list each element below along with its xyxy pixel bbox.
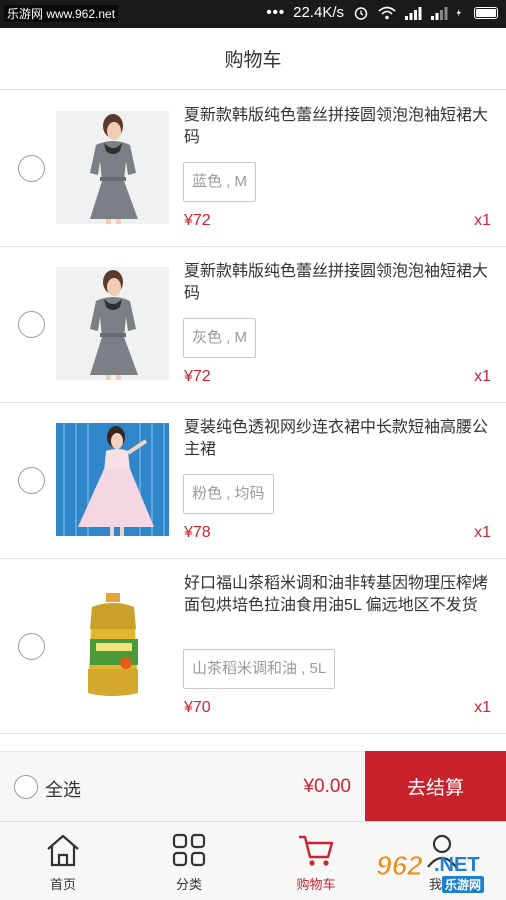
item-price: ¥78 (184, 524, 211, 541)
alarm-icon (354, 6, 368, 20)
item-checkbox[interactable] (18, 311, 45, 338)
status-bar: 乐游网 www.962.net ••• 22.4K/s (0, 0, 506, 28)
cart-item[interactable]: 夏装纯色透视网纱连衣裙中长款短袖高腰公主裙 粉色 , 均码 ¥78 x1 (0, 403, 506, 559)
item-quantity: x1 (474, 212, 491, 229)
wifi-icon (378, 6, 396, 19)
checkout-button[interactable]: 去结算 (365, 751, 506, 822)
spec-selector[interactable]: 山茶稻米调和油 , 5L (183, 649, 336, 689)
select-all-checkbox[interactable] (14, 775, 38, 799)
cart-item[interactable]: 夏新款韩版纯色蕾丝拼接圆领泡泡袖短裙大码 灰色 , M ¥72 x1 (0, 247, 506, 403)
product-image[interactable] (56, 589, 169, 702)
item-price: ¥72 (184, 212, 211, 229)
category-grid-icon (172, 833, 206, 867)
item-quantity: x1 (474, 368, 491, 385)
tab-category[interactable]: 分类 (139, 822, 239, 900)
item-quantity: x1 (474, 699, 491, 716)
product-name[interactable]: 好口福山茶稻米调和油非转基因物理压榨烤面包烘培色拉油食用油5L 偏远地区不发货 (184, 573, 494, 617)
product-name[interactable]: 夏装纯色透视网纱连衣裙中长款短袖高腰公主裙 (184, 417, 494, 461)
home-icon (47, 834, 79, 867)
checkout-bar: 全选 ¥0.00 去结算 (0, 751, 506, 822)
tab-label: 购物车 (296, 877, 336, 892)
charging-icon (456, 8, 461, 17)
item-checkbox[interactable] (18, 155, 45, 182)
site-watermark-logo: 962 .NET 乐游网 (372, 848, 500, 896)
product-image[interactable] (56, 423, 169, 536)
battery-icon (474, 6, 498, 19)
spec-selector[interactable]: 灰色 , M (183, 318, 256, 358)
tab-cart[interactable]: 购物车 (266, 822, 366, 900)
select-all-label[interactable]: 全选 (45, 776, 81, 802)
cart-item[interactable]: 好口福山茶稻米调和油非转基因物理压榨烤面包烘培色拉油食用油5L 偏远地区不发货 … (0, 559, 506, 734)
item-price: ¥72 (184, 368, 211, 385)
net-speed: 22.4K/s (293, 4, 344, 21)
logo-number: 962 (376, 850, 424, 882)
status-icons: ••• 22.4K/s (266, 4, 498, 21)
tab-home[interactable]: 首页 (13, 822, 113, 900)
cart-icon (299, 835, 334, 866)
item-quantity: x1 (474, 524, 491, 541)
item-checkbox[interactable] (18, 467, 45, 494)
page-title: 购物车 (224, 50, 282, 71)
cart-item[interactable]: 夏新款韩版纯色蕾丝拼接圆领泡泡袖短裙大码 蓝色 , M ¥72 x1 (0, 91, 506, 247)
watermark-label: 乐游网 www.962.net (4, 5, 119, 22)
tab-label: 首页 (49, 877, 76, 892)
spec-selector[interactable]: 粉色 , 均码 (183, 474, 274, 514)
product-name[interactable]: 夏新款韩版纯色蕾丝拼接圆领泡泡袖短裙大码 (184, 261, 494, 305)
product-name[interactable]: 夏新款韩版纯色蕾丝拼接圆领泡泡袖短裙大码 (184, 105, 494, 149)
signal-dots: ••• (266, 4, 286, 21)
item-checkbox[interactable] (18, 633, 45, 660)
signal-icon-2 (431, 6, 448, 20)
logo-site-name: 乐游网 (442, 876, 485, 893)
product-image[interactable] (56, 111, 169, 224)
signal-icon (405, 6, 422, 20)
tab-label: 分类 (175, 877, 202, 892)
app-header: 购物车 (0, 28, 506, 90)
item-price: ¥70 (184, 699, 211, 716)
logo-suffix: .NET (434, 854, 480, 876)
product-image[interactable] (56, 267, 169, 380)
spec-selector[interactable]: 蓝色 , M (183, 162, 256, 202)
total-price: ¥0.00 (303, 776, 351, 797)
cart-list: 夏新款韩版纯色蕾丝拼接圆领泡泡袖短裙大码 蓝色 , M ¥72 x1 夏新款韩版… (0, 91, 506, 734)
tab-bar: 首页 分类 购物车 我的 962 .NET 乐游网 (0, 821, 506, 900)
